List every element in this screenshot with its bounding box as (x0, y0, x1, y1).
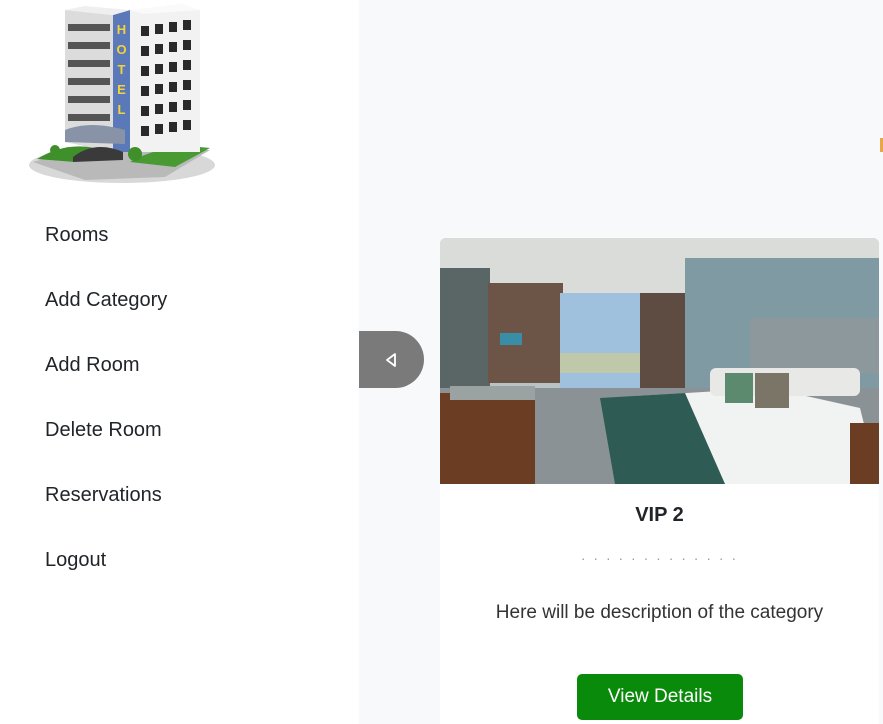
hotel-building-icon: H O T E L (29, 4, 215, 183)
card-title: VIP 2 (635, 504, 684, 526)
sidebar-item-reservations[interactable]: Reservations (45, 480, 162, 510)
category-card: VIP 2 · · · · · · · · · · · · · Here wil… (440, 238, 879, 724)
svg-text:H: H (117, 22, 126, 37)
hotel-bedroom-photo (440, 238, 879, 484)
svg-text:T: T (118, 62, 126, 77)
sidebar-item-add-room[interactable]: Add Room (45, 350, 140, 380)
card-description: Here will be description of the category (495, 602, 824, 623)
sidebar: H O T E L Rooms Add Category Add Room De… (0, 0, 359, 724)
svg-text:O: O (116, 42, 126, 57)
svg-text:E: E (117, 82, 126, 97)
sidebar-item-logout[interactable]: Logout (45, 545, 106, 575)
sidebar-toggle-button[interactable] (359, 331, 424, 388)
sidebar-item-delete-room[interactable]: Delete Room (45, 415, 162, 445)
svg-text:L: L (118, 102, 126, 117)
view-details-button[interactable]: View Details (577, 674, 743, 720)
sidebar-item-add-category[interactable]: Add Category (45, 285, 167, 315)
caret-left-icon (386, 353, 396, 367)
hotel-logo: H O T E L (25, 2, 225, 192)
card-divider: · · · · · · · · · · · · · (580, 550, 739, 566)
sidebar-item-rooms[interactable]: Rooms (45, 220, 108, 250)
